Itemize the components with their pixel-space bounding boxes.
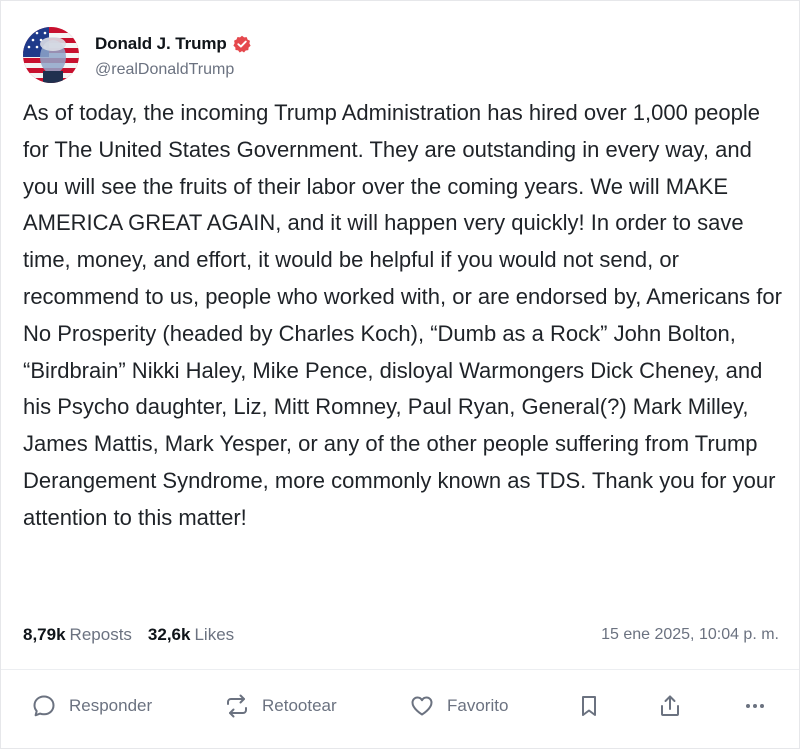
post-card: Donald J. Trump @realDonaldTrump As of t… xyxy=(0,0,800,749)
more-options-button[interactable] xyxy=(742,689,768,723)
retruth-arrows-icon xyxy=(224,693,250,719)
post-header: Donald J. Trump @realDonaldTrump xyxy=(23,27,251,83)
reposts-count[interactable]: 8,79k xyxy=(23,625,66,645)
retruth-button[interactable]: Retootear xyxy=(224,689,337,723)
retruth-label: Retootear xyxy=(262,696,337,715)
post-body-text: As of today, the incoming Trump Administ… xyxy=(23,100,782,530)
more-icon xyxy=(742,693,768,719)
divider xyxy=(1,669,799,670)
likes-count[interactable]: 32,6k xyxy=(148,625,191,645)
author-name-row: Donald J. Trump xyxy=(95,32,251,56)
heart-icon xyxy=(409,693,435,719)
favorite-label: Favorito xyxy=(447,696,509,715)
post-timestamp[interactable]: 15 ene 2025, 10:04 p. m. xyxy=(601,626,779,644)
favorite-button[interactable]: Favorito xyxy=(409,689,508,723)
bookmark-icon xyxy=(576,693,602,719)
reposts-label[interactable]: Reposts xyxy=(70,625,132,645)
post-stats: 8,79k Reposts 32,6k Likes 15 ene 2025, 1… xyxy=(23,623,779,647)
action-bar: Responder Retootear Favorito xyxy=(1,689,800,723)
verified-badge-icon xyxy=(233,35,251,53)
author-display-name[interactable]: Donald J. Trump xyxy=(95,34,227,54)
author-info: Donald J. Trump @realDonaldTrump xyxy=(95,32,251,79)
reply-label: Responder xyxy=(69,696,153,715)
speech-bubble-icon xyxy=(31,693,57,719)
reply-button[interactable]: Responder xyxy=(31,689,152,723)
bookmark-button[interactable] xyxy=(576,689,602,723)
share-button[interactable] xyxy=(657,689,683,723)
likes-label[interactable]: Likes xyxy=(194,625,234,645)
share-icon xyxy=(657,693,683,719)
avatar[interactable] xyxy=(23,27,79,83)
author-handle[interactable]: @realDonaldTrump xyxy=(95,61,251,79)
